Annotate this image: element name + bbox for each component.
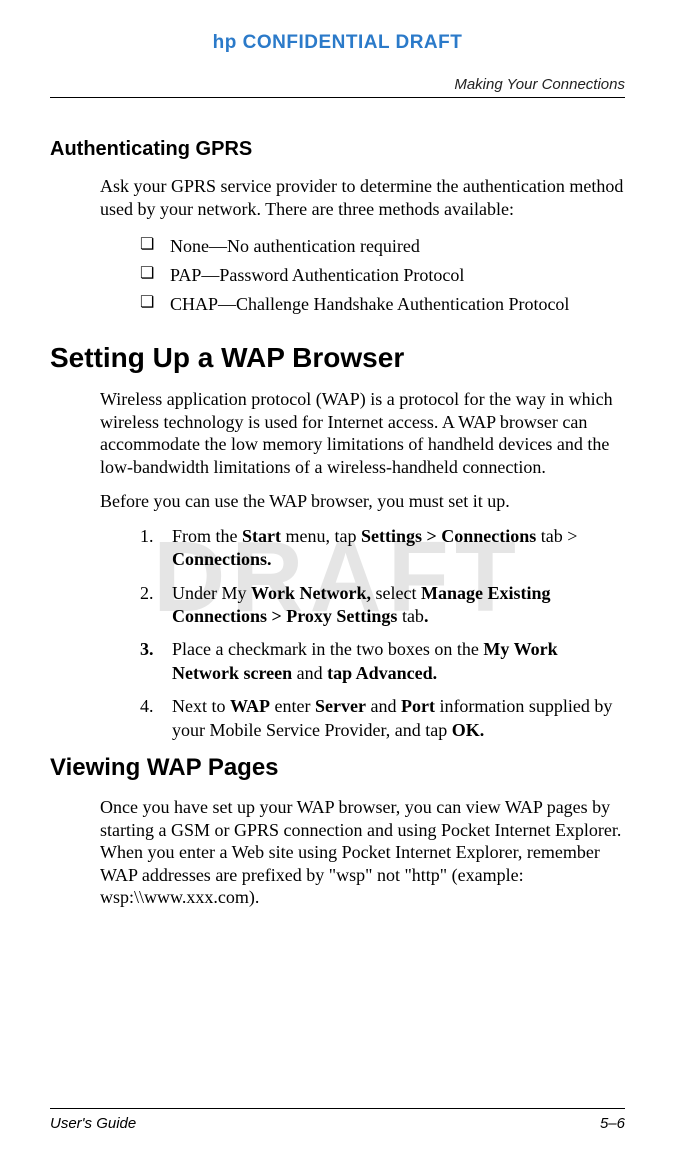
text-bold: WAP	[230, 696, 270, 716]
step-number: 4.	[140, 695, 154, 718]
wap-steps: 1. From the Start menu, tap Settings > C…	[50, 525, 625, 742]
text: tab	[397, 606, 424, 626]
heading-setting-up-wap: Setting Up a WAP Browser	[50, 342, 625, 374]
list-item: 4. Next to WAP enter Server and Port inf…	[140, 695, 625, 742]
text-bold: OK.	[452, 720, 485, 740]
step-number: 1.	[140, 525, 154, 548]
page-footer: User's Guide 5–6	[50, 1108, 625, 1132]
list-item: None—No authentication required	[140, 232, 625, 261]
text-bold: Start	[242, 526, 281, 546]
text: Next to	[172, 696, 230, 716]
text: From the	[172, 526, 242, 546]
wap-p2: Before you can use the WAP browser, you …	[50, 490, 625, 513]
step-number: 2.	[140, 582, 154, 605]
footer-left: User's Guide	[50, 1115, 136, 1132]
text: tab >	[536, 526, 577, 546]
footer-right: 5–6	[600, 1115, 625, 1132]
text: enter	[270, 696, 315, 716]
list-item: 1. From the Start menu, tap Settings > C…	[140, 525, 625, 572]
text: select	[371, 583, 421, 603]
step-number: 3.	[140, 638, 154, 661]
confidential-banner: hp CONFIDENTIAL DRAFT	[50, 32, 625, 54]
text-bold: Settings > Connections	[361, 526, 536, 546]
text: menu, tap	[281, 526, 361, 546]
list-item: PAP—Password Authentication Protocol	[140, 261, 625, 290]
text-bold: Server	[315, 696, 366, 716]
auth-intro: Ask your GPRS service provider to determ…	[50, 175, 625, 220]
chapter-title: Making Your Connections	[50, 76, 625, 98]
text: and	[292, 663, 327, 683]
wap-p1: Wireless application protocol (WAP) is a…	[50, 388, 625, 478]
text: Place a checkmark in the two boxes on th…	[172, 639, 483, 659]
text-bold: Work Network,	[251, 583, 371, 603]
heading-viewing-wap: Viewing WAP Pages	[50, 754, 625, 782]
text-bold: Port	[401, 696, 435, 716]
list-item: 3. Place a checkmark in the two boxes on…	[140, 638, 625, 685]
list-item: 2. Under My Work Network, select Manage …	[140, 582, 625, 629]
auth-bullet-list: None—No authentication required PAP—Pass…	[50, 232, 625, 318]
view-p1: Once you have set up your WAP browser, y…	[50, 796, 625, 909]
heading-authenticating-gprs: Authenticating GPRS	[50, 138, 625, 161]
text-bold: tap Advanced.	[327, 663, 437, 683]
list-item: CHAP—Challenge Handshake Authentication …	[140, 290, 625, 319]
text: and	[366, 696, 401, 716]
text: Under My	[172, 583, 251, 603]
text-bold: Connections.	[172, 549, 272, 569]
text-bold: .	[424, 606, 429, 626]
